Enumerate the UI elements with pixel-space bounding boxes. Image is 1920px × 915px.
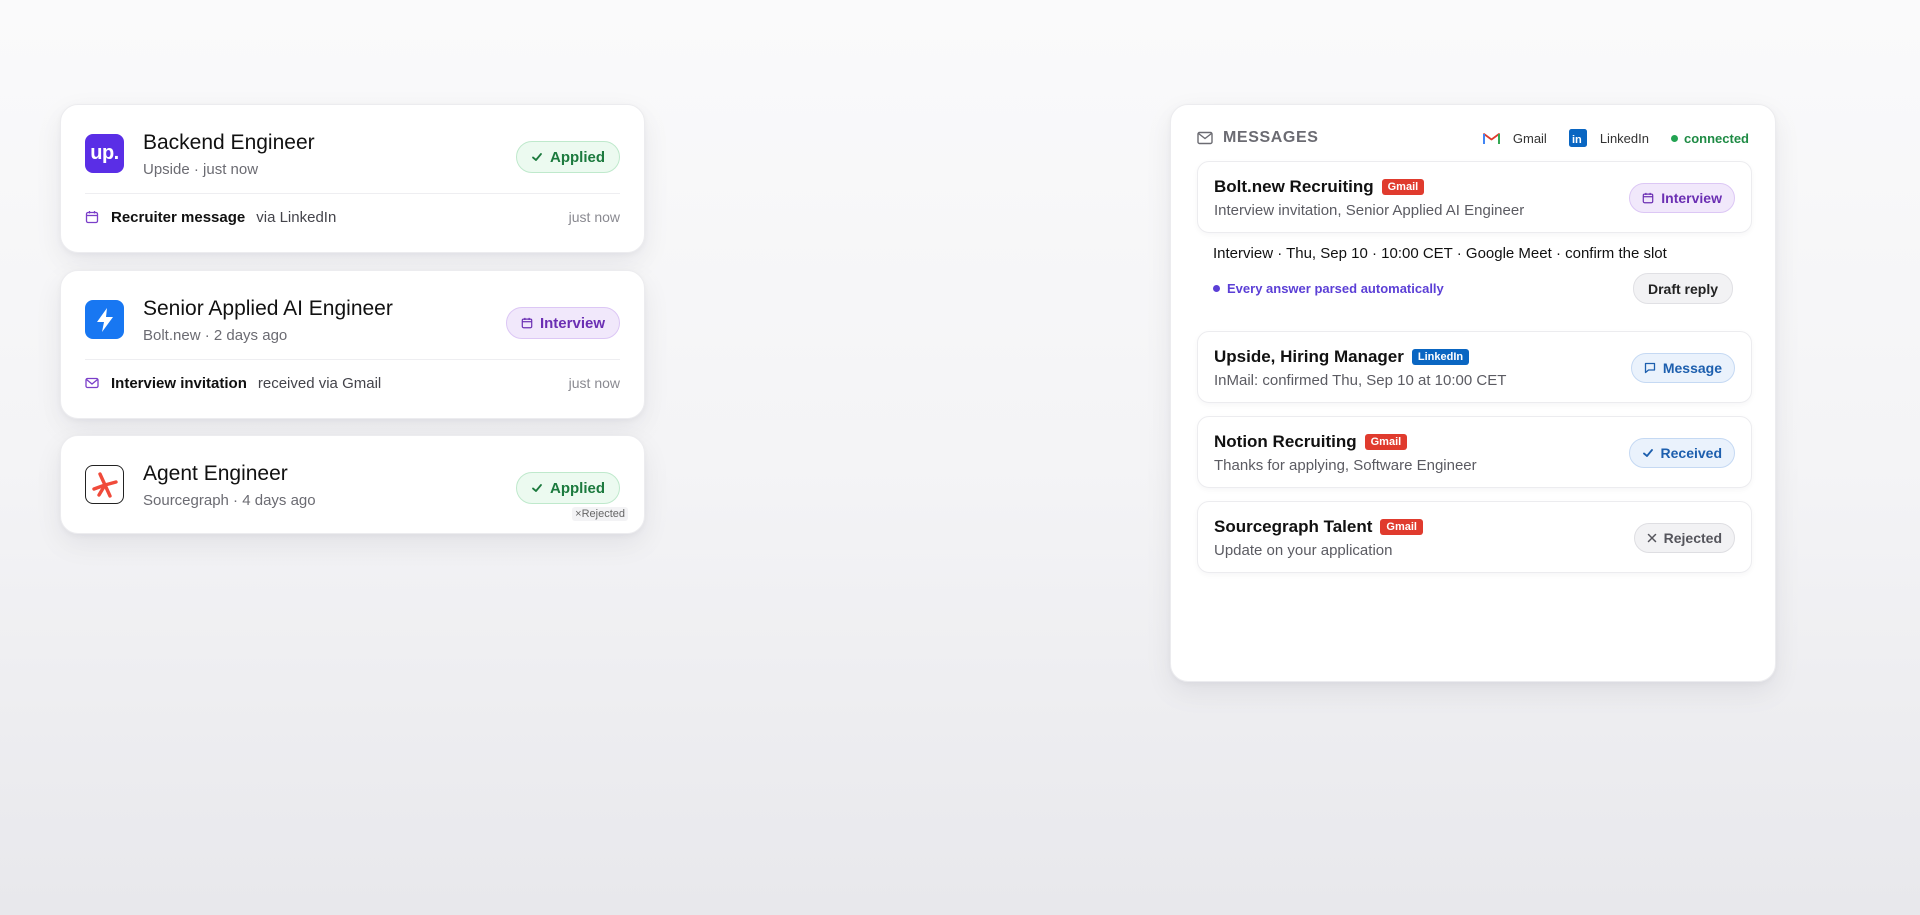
panel-title: MESSAGES xyxy=(1223,129,1319,146)
calendar-icon xyxy=(521,317,533,329)
lightning-icon xyxy=(96,307,113,332)
message-header: Notion Recruiting Gmail xyxy=(1214,432,1408,452)
message-sender: Upside, Hiring Manager xyxy=(1214,347,1404,366)
messages-panel-header: MESSAGES Gmail in LinkedIn connected xyxy=(1197,127,1749,149)
status-badge-label: Rejected xyxy=(1663,530,1722,546)
message-item[interactable]: Notion Recruiting Gmail Thanks for apply… xyxy=(1197,416,1752,488)
rejected-tag: ×Rejected xyxy=(572,507,628,521)
connected-dot xyxy=(1670,134,1678,142)
job-event-row: Interview invitation received via Gmail … xyxy=(85,371,620,395)
svg-text:in: in xyxy=(1572,134,1582,146)
bolt-logo xyxy=(85,300,124,339)
parse-note: Every answer parsed automatically xyxy=(1213,281,1444,296)
source-linkedin: LinkedIn xyxy=(1599,130,1649,146)
event-time: just now xyxy=(568,209,620,225)
source-gmail: Gmail xyxy=(1512,130,1547,146)
close-icon xyxy=(1647,533,1656,543)
messages-panel: MESSAGES Gmail in LinkedIn connected Bol… xyxy=(1170,104,1776,682)
status-badge-applied: Applied xyxy=(516,141,620,173)
check-icon xyxy=(532,153,542,161)
job-subtitle: Upside · just now xyxy=(143,161,259,178)
message-item[interactable]: Upside, Hiring Manager LinkedIn InMail: … xyxy=(1197,331,1752,403)
job-card-header: up. Backend Engineer Upside · just now A… xyxy=(85,131,620,178)
linkedin-icon: in xyxy=(1568,129,1587,147)
check-icon xyxy=(1642,449,1653,457)
job-event-row: Recruiter message via LinkedIn just now xyxy=(85,205,620,229)
event-via: received via Gmail xyxy=(257,374,382,392)
job-title: Backend Engineer xyxy=(143,131,315,154)
job-subtitle: Sourcegraph · 4 days ago xyxy=(143,492,316,509)
source-badge: Gmail xyxy=(1364,434,1408,450)
calendar-icon xyxy=(1642,192,1654,204)
job-title: Senior Applied AI Engineer xyxy=(143,297,393,320)
status-badge-interview: Interview xyxy=(505,307,620,339)
message-header: Bolt.new Recruiting Gmail xyxy=(1214,177,1425,197)
connection-status: connected xyxy=(1683,130,1749,146)
job-card-agent-engineer[interactable]: Agent Engineer Sourcegraph · 4 days ago … xyxy=(60,435,645,534)
calendar-icon xyxy=(85,210,99,224)
card-divider xyxy=(85,359,620,360)
source-badge: Gmail xyxy=(1381,179,1425,195)
event-via: via LinkedIn xyxy=(256,208,337,226)
sourcegraph-logo xyxy=(85,465,124,504)
message-preview: InMail: confirmed Thu, Sep 10 at 10:00 C… xyxy=(1214,372,1507,389)
status-badge-label: Message xyxy=(1662,360,1722,376)
job-card-senior-applied-ai-engineer[interactable]: Senior Applied AI Engineer Bolt.new · 2 … xyxy=(60,270,645,419)
message-preview: Interview invitation, Senior Applied AI … xyxy=(1214,202,1525,219)
gmail-icon xyxy=(1482,132,1500,145)
card-divider xyxy=(85,193,620,194)
status-badge-rejected: Rejected xyxy=(1633,523,1735,553)
status-badge-applied: Applied xyxy=(516,472,620,504)
message-preview: Thanks for applying, Software Engineer xyxy=(1214,457,1477,474)
source-badge: LinkedIn xyxy=(1411,349,1470,365)
message-sender: Sourcegraph Talent xyxy=(1214,517,1373,536)
source-badge: Gmail xyxy=(1380,519,1423,535)
check-icon xyxy=(532,484,542,492)
message-header: Sourcegraph Talent Gmail xyxy=(1214,517,1423,537)
event-time: just now xyxy=(568,375,620,391)
job-card-header: Senior Applied AI Engineer Bolt.new · 2 … xyxy=(85,297,620,344)
message-item[interactable]: Sourcegraph Talent Gmail Update on your … xyxy=(1197,501,1752,573)
mail-icon xyxy=(85,376,99,390)
connected-sources: Gmail in LinkedIn connected xyxy=(1482,129,1749,147)
chat-bubble-icon xyxy=(1644,362,1655,374)
parse-note-text: Every answer parsed automatically xyxy=(1227,281,1444,296)
mail-icon xyxy=(1197,131,1213,145)
message-sender: Bolt.new Recruiting xyxy=(1214,177,1374,196)
job-subtitle: Bolt.new · 2 days ago xyxy=(143,327,288,344)
status-badge-label: Received xyxy=(1660,445,1722,461)
message-item[interactable]: Bolt.new Recruiting Gmail Interview invi… xyxy=(1197,161,1752,233)
event-label: Interview invitation xyxy=(111,374,247,392)
parse-dot xyxy=(1213,285,1220,292)
status-badge-received: Received xyxy=(1628,438,1735,468)
status-badge-label: Applied xyxy=(550,479,605,497)
message-detail: Interview · Thu, Sep 10 · 10:00 CET · Go… xyxy=(1213,245,1667,262)
upside-logo: up. xyxy=(85,134,124,173)
status-badge-interview: Interview xyxy=(1629,183,1735,213)
event-label: Recruiter message xyxy=(111,208,246,226)
job-card-header: Agent Engineer Sourcegraph · 4 days ago … xyxy=(85,462,620,509)
status-badge-message: Message xyxy=(1630,353,1735,383)
message-preview: Update on your application xyxy=(1214,542,1393,559)
status-badge-label: Interview xyxy=(1661,190,1722,206)
status-badge-label: Applied xyxy=(550,148,605,166)
status-badge-label: Interview xyxy=(539,314,605,332)
job-title: Agent Engineer xyxy=(143,462,288,485)
draft-reply-button[interactable]: Draft reply xyxy=(1632,273,1733,304)
job-card-backend-engineer[interactable]: up. Backend Engineer Upside · just now A… xyxy=(60,104,645,253)
message-header: Upside, Hiring Manager LinkedIn xyxy=(1214,347,1470,367)
message-sender: Notion Recruiting xyxy=(1214,432,1357,451)
